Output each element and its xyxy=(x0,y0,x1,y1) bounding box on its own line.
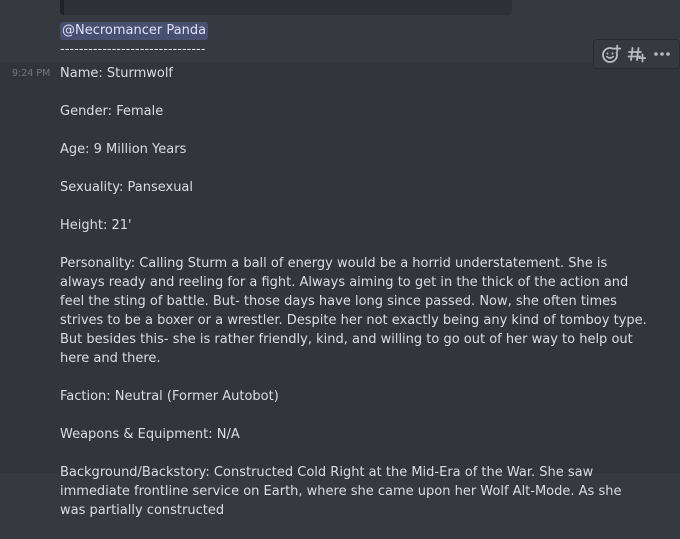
message-line-height: Height: 21' xyxy=(60,218,132,233)
message-toolbar xyxy=(593,39,680,69)
text-divider: ------------------------------- xyxy=(60,42,206,57)
message-line-name: Name: Sturmwolf xyxy=(60,66,174,81)
message-line-weapons: Weapons & Equipment: N/A xyxy=(60,427,240,442)
add-reaction-button[interactable] xyxy=(600,43,622,65)
message-line-sexuality: Sexuality: Pansexual xyxy=(60,180,194,195)
message-timestamp[interactable]: 9:24 PM xyxy=(12,68,50,79)
message-line-faction: Faction: Neutral (Former Autobot) xyxy=(60,389,279,404)
message-line-personality: Personality: Calling Sturm a ball of ene… xyxy=(60,256,647,366)
message-line-gender: Gender: Female xyxy=(60,104,164,119)
create-thread-button[interactable] xyxy=(625,43,647,65)
user-mention[interactable]: @Necromancer Panda xyxy=(60,22,209,40)
message-content: Name: Sturmwolf Gender: Female Age: 9 Mi… xyxy=(60,64,650,539)
create-thread-icon xyxy=(628,47,647,63)
add-reaction-icon xyxy=(601,44,621,63)
more-options-button[interactable] xyxy=(651,43,673,65)
more-options-icon xyxy=(654,52,670,56)
message-line-background: Background/Backstory: Constructed Cold R… xyxy=(60,465,622,518)
message-line-age: Age: 9 Million Years xyxy=(60,142,187,157)
previous-embed xyxy=(60,0,512,15)
